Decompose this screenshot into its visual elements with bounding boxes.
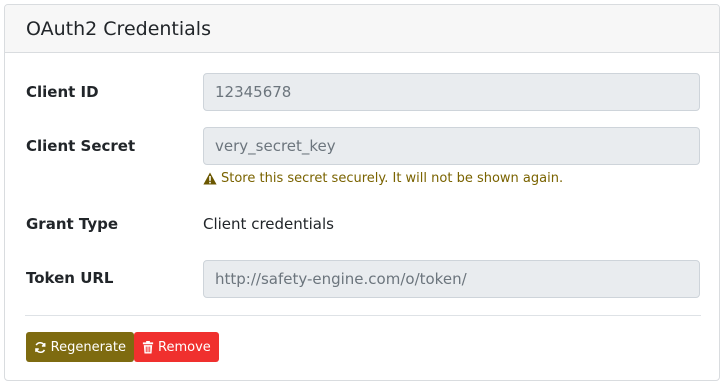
secret-warning: Store this secret securely. It will not … <box>203 171 563 186</box>
client-secret-field[interactable]: very_secret_key <box>203 127 700 165</box>
regenerate-button[interactable]: Regenerate <box>26 332 134 362</box>
grant-type-value: Client credentials <box>203 215 334 233</box>
regenerate-button-label: Regenerate <box>50 339 126 355</box>
refresh-icon <box>35 341 46 353</box>
trash-icon <box>142 340 154 354</box>
divider <box>25 315 701 316</box>
client-secret-label: Client Secret <box>26 137 136 155</box>
client-id-label: Client ID <box>26 83 99 101</box>
client-id-field[interactable]: 12345678 <box>203 73 700 111</box>
card-header: OAuth2 Credentials <box>5 5 719 53</box>
oauth2-credentials-card: OAuth2 Credentials Client ID 12345678 Cl… <box>4 4 720 381</box>
warning-triangle-icon <box>203 172 217 185</box>
token-url-label: Token URL <box>26 269 114 287</box>
remove-button[interactable]: Remove <box>134 332 219 362</box>
secret-warning-text: Store this secret securely. It will not … <box>221 171 564 186</box>
card-title: OAuth2 Credentials <box>26 17 211 40</box>
grant-type-label: Grant Type <box>26 215 119 233</box>
remove-button-label: Remove <box>158 339 211 355</box>
token-url-field[interactable]: http://safety-engine.com/o/token/ <box>203 260 700 298</box>
